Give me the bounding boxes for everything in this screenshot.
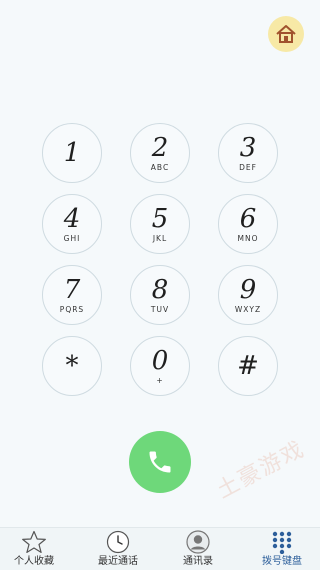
key-letters: DEF <box>239 162 257 172</box>
clock-icon <box>106 530 130 554</box>
key-digit: 8 <box>151 274 169 305</box>
key-3[interactable]: 3 DEF <box>218 123 278 183</box>
key-letters: GHI <box>63 233 81 243</box>
tab-keypad[interactable]: 拨号键盘 <box>250 528 314 570</box>
key-digit: 2 <box>151 132 169 163</box>
key-0[interactable]: 0 + <box>130 336 190 396</box>
key-digit: 5 <box>151 203 169 234</box>
phone-icon <box>149 451 171 473</box>
key-7[interactable]: 7 PQRS <box>42 265 102 325</box>
key-letters: MNO <box>237 233 259 243</box>
key-letters: ABC <box>150 162 170 172</box>
tab-contacts[interactable]: 通讯录 <box>166 528 230 570</box>
key-digit: 3 <box>239 132 257 163</box>
contact-icon <box>186 530 210 554</box>
key-digit: # <box>237 351 259 381</box>
tab-favorites[interactable]: 个人收藏 <box>2 528 66 570</box>
tab-label: 通讯录 <box>183 556 213 567</box>
keypad-icon <box>272 531 292 554</box>
key-letters: PQRS <box>59 304 85 314</box>
call-button[interactable] <box>129 431 191 493</box>
key-hash[interactable]: # <box>218 336 278 396</box>
key-digit: 4 <box>63 203 81 234</box>
bottom-tab-bar: 个人收藏 最近通话 通讯录 拨号键盘 <box>0 527 320 570</box>
key-6[interactable]: 6 MNO <box>218 194 278 254</box>
key-8[interactable]: 8 TUV <box>130 265 190 325</box>
watermark: 土豪游戏 <box>212 436 310 504</box>
key-letters: WXYZ <box>234 304 262 314</box>
key-4[interactable]: 4 GHI <box>42 194 102 254</box>
key-letters: JKL <box>152 233 168 243</box>
tab-recents[interactable]: 最近通话 <box>86 528 150 570</box>
tab-label: 最近通话 <box>98 556 138 567</box>
key-digit: 1 <box>63 138 81 168</box>
key-letters: TUV <box>150 304 170 314</box>
key-digit: 7 <box>63 274 81 305</box>
key-star[interactable]: * <box>42 336 102 396</box>
key-digit: * <box>65 351 79 381</box>
key-digit: 0 <box>151 345 169 376</box>
tab-label: 个人收藏 <box>14 556 54 567</box>
key-9[interactable]: 9 WXYZ <box>218 265 278 325</box>
key-letters: + <box>156 375 164 385</box>
tab-label: 拨号键盘 <box>262 556 302 567</box>
key-digit: 6 <box>239 203 257 234</box>
key-1[interactable]: 1 <box>42 123 102 183</box>
dial-keypad: 1 2 ABC 3 DEF 4 GHI 5 JKL 6 MNO 7 PQRS 8… <box>0 0 320 400</box>
key-digit: 9 <box>239 274 257 305</box>
star-icon <box>22 530 46 553</box>
key-2[interactable]: 2 ABC <box>130 123 190 183</box>
key-5[interactable]: 5 JKL <box>130 194 190 254</box>
